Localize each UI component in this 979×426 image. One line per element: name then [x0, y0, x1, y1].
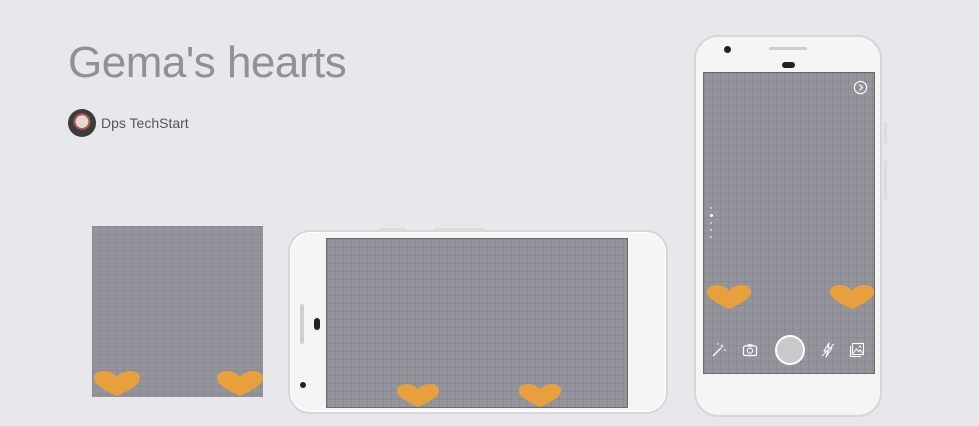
phone-button: [884, 122, 887, 144]
phone-button: [380, 228, 406, 231]
magic-wand-icon[interactable]: [711, 342, 727, 358]
heart-icon: [706, 285, 752, 310]
camera: [782, 62, 795, 68]
switch-camera-icon[interactable]: [742, 342, 758, 358]
speaker: [300, 304, 304, 344]
circle-chevron-right-icon[interactable]: [853, 80, 868, 95]
camera-toolbar: [704, 335, 874, 365]
page-title: Gema's hearts: [68, 38, 347, 87]
phone-button: [434, 228, 484, 231]
heart-icon: [396, 384, 440, 408]
square-preview: [92, 226, 263, 397]
author[interactable]: Dps TechStart: [68, 109, 189, 137]
carousel-dot: [710, 207, 712, 209]
carousel-dot: [710, 222, 712, 224]
portrait-phone-preview: [694, 35, 882, 417]
carousel-dot: [710, 236, 712, 238]
shutter-button[interactable]: [775, 335, 805, 365]
gallery-icon[interactable]: [849, 342, 865, 358]
heart-icon: [829, 285, 874, 310]
flash-icon[interactable]: [820, 342, 836, 358]
landscape-phone-preview: [288, 228, 668, 414]
heart-icon: [94, 371, 140, 396]
avatar[interactable]: [68, 109, 96, 137]
phone-button: [884, 160, 887, 200]
speaker: [769, 47, 807, 50]
carousel-dot-active: [710, 214, 713, 217]
landscape-screen: [326, 238, 628, 408]
sensor: [724, 46, 731, 53]
heart-icon: [518, 384, 562, 408]
portrait-screen: [703, 72, 875, 374]
camera: [314, 318, 320, 330]
carousel-dot: [710, 229, 712, 231]
lens-carousel-dots: [710, 207, 714, 243]
author-name[interactable]: Dps TechStart: [101, 115, 189, 131]
heart-icon: [217, 371, 263, 396]
sensor: [300, 382, 306, 388]
